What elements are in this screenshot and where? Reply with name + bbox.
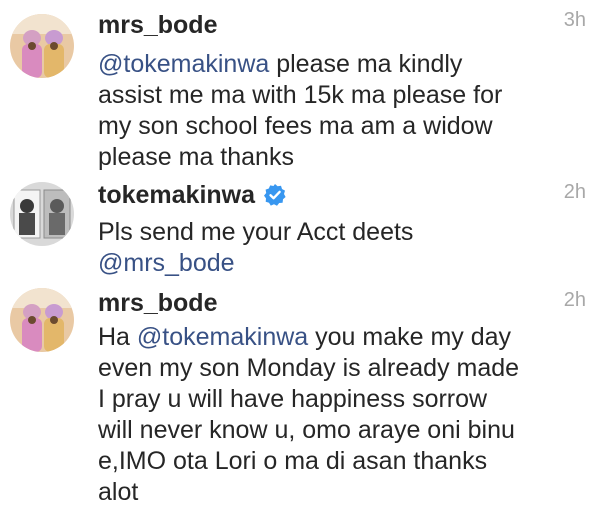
comment-line: you make my day — [308, 323, 512, 351]
comment-item: mrs_bode 2h Ha @tokemakinwa you make my … — [0, 282, 600, 510]
avatar[interactable] — [10, 288, 74, 352]
comment-username[interactable]: mrs_bode — [98, 288, 217, 318]
comment-username[interactable]: tokemakinwa — [98, 180, 287, 214]
comment-line: please ma thanks — [98, 143, 294, 171]
mention-link[interactable]: @tokemakinwa — [137, 323, 308, 351]
mention-link[interactable]: @mrs_bode — [98, 249, 235, 277]
comment-line: assist me ma with 15k ma please for — [98, 81, 503, 109]
avatar-photo — [10, 288, 74, 352]
comment-text: Ha @tokemakinwa you make my day even my … — [98, 322, 598, 508]
avatar-photo — [10, 182, 74, 246]
comment-text: @tokemakinwa please ma kindly assist me … — [98, 49, 598, 173]
avatar[interactable] — [10, 14, 74, 78]
mention-link[interactable]: @tokemakinwa — [98, 50, 269, 78]
comment-line: my son school fees ma am a widow — [98, 112, 493, 140]
comment-text: Pls send me your Acct deets @mrs_bode — [98, 217, 598, 279]
avatar-photo — [10, 14, 74, 78]
comment-line: Pls send me your Acct deets — [98, 218, 414, 246]
comment-line: will never know u, omo araye oni binu — [98, 416, 515, 444]
comment-line: I pray u will have happiness sorrow — [98, 385, 488, 413]
comment-line: e,IMO ota Lori o ma di asan thanks — [98, 447, 488, 475]
comment-item: tokemakinwa 2h Pls send me your Acct dee… — [0, 172, 600, 282]
avatar[interactable] — [10, 182, 74, 246]
comment-line: Ha — [98, 323, 137, 351]
verified-badge-icon — [263, 183, 287, 214]
comment-timestamp: 2h — [563, 181, 586, 203]
comment-line: alot — [98, 478, 139, 506]
comment-timestamp: 3h — [563, 9, 586, 31]
comment-line: please ma kindly — [269, 50, 463, 78]
comment-username[interactable]: mrs_bode — [98, 10, 217, 40]
comment-timestamp: 2h — [563, 289, 586, 311]
username-label: tokemakinwa — [98, 181, 256, 209]
comment-line: even my son Monday is already made — [98, 354, 520, 382]
comment-item: mrs_bode 3h @tokemakinwa please ma kindl… — [0, 0, 600, 173]
